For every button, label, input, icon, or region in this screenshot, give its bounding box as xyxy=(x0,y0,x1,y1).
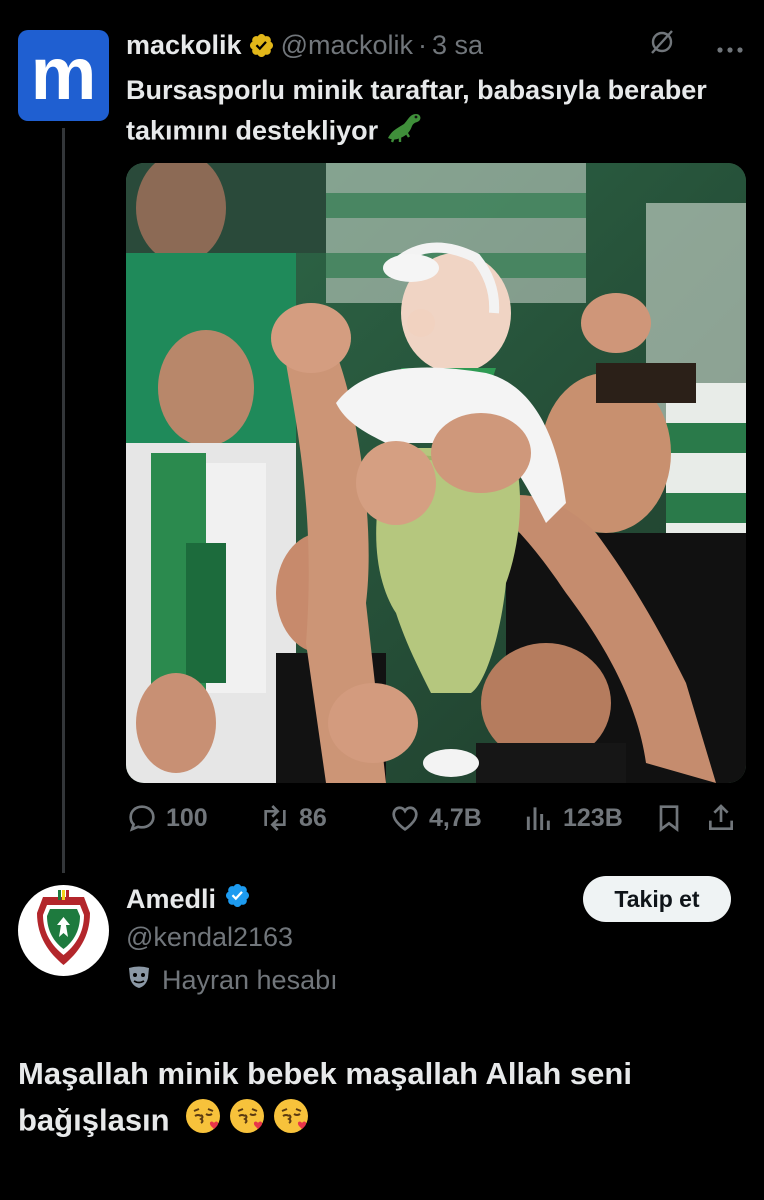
more-options-icon[interactable] xyxy=(716,30,744,61)
reply-icon xyxy=(129,805,155,832)
author-handle[interactable]: @mackolik xyxy=(281,30,413,61)
heart-icon xyxy=(392,806,418,831)
retweet-count: 86 xyxy=(299,803,327,832)
bookmark-button[interactable] xyxy=(653,802,705,834)
views-button[interactable]: 123B xyxy=(523,802,653,834)
reply-text: Maşallah minik bebek maşallah Allah seni… xyxy=(18,1051,748,1148)
follow-button[interactable]: Takip et xyxy=(583,876,731,922)
fan-account-text: Hayran hesabı xyxy=(162,965,338,995)
reply-button[interactable]: 100 xyxy=(126,802,259,834)
view-count: 123B xyxy=(563,803,623,832)
post-time[interactable]: 3 sa xyxy=(432,30,483,61)
bookmark-icon xyxy=(659,805,679,832)
blue-verified-badge-icon xyxy=(224,882,251,916)
grok-icon[interactable] xyxy=(648,28,676,63)
thread-connector-line xyxy=(62,128,65,873)
amedli-avatar[interactable] xyxy=(18,885,109,976)
crocodile-emoji-icon xyxy=(384,110,424,155)
gold-verified-badge-icon xyxy=(248,32,275,59)
avatar-letter: m xyxy=(30,31,97,115)
theater-mask-icon xyxy=(126,964,152,997)
author-name-row: Amedli xyxy=(126,882,251,916)
tweet-header: mackolik @mackolik · 3 sa xyxy=(126,28,744,62)
kissing-face-with-heart-icon xyxy=(228,1097,266,1148)
kissing-face-with-heart-icon xyxy=(272,1097,310,1148)
fan-account-label: Hayran hesabı xyxy=(126,964,338,997)
author-name[interactable]: Amedli xyxy=(126,884,216,915)
retweet-icon xyxy=(264,805,286,831)
tweet-actions-bar: 100 86 4,7B 123B xyxy=(126,800,746,836)
like-count: 4,7B xyxy=(429,803,482,832)
stadium-fans-baby-photo-icon xyxy=(126,163,746,783)
reply-text-content: Maşallah minik bebek maşallah Allah seni… xyxy=(18,1056,632,1138)
reply-count: 100 xyxy=(166,803,208,832)
mackolik-avatar[interactable]: m xyxy=(18,30,109,121)
separator-dot: · xyxy=(418,29,428,60)
like-button[interactable]: 4,7B xyxy=(389,802,523,834)
author-name[interactable]: mackolik xyxy=(126,30,242,61)
tweet-photo[interactable] xyxy=(126,163,746,783)
author-handle[interactable]: @kendal2163 xyxy=(126,922,293,953)
share-icon xyxy=(709,804,733,830)
retweet-button[interactable]: 86 xyxy=(259,802,389,834)
share-button[interactable] xyxy=(705,802,737,834)
amedspor-crest-icon xyxy=(18,885,109,976)
kissing-face-with-heart-icon xyxy=(184,1097,222,1148)
views-icon xyxy=(526,807,550,830)
tweet-text: Bursasporlu minik taraftar, babasıyla be… xyxy=(126,70,726,155)
